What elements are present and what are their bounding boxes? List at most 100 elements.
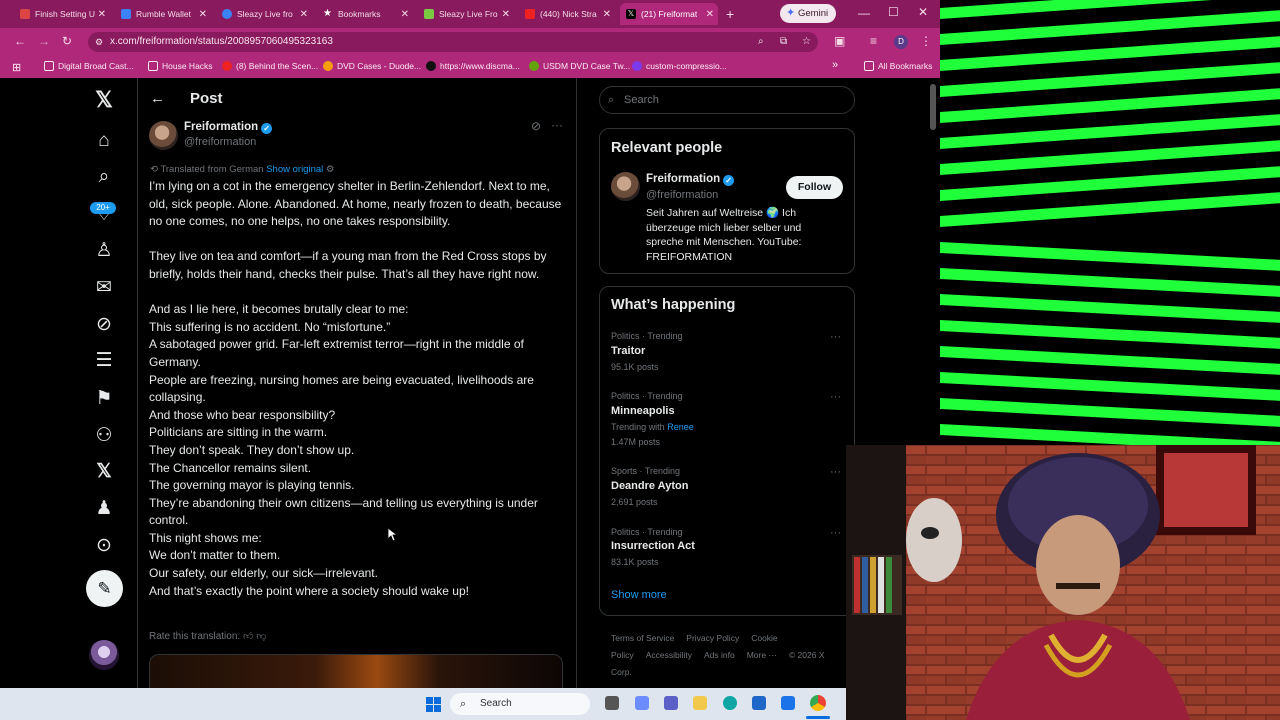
follow-button[interactable]: Follow (786, 176, 843, 199)
footer-link[interactable]: More ··· (747, 650, 777, 660)
menu-icon[interactable]: ⋮ (920, 34, 932, 48)
taskbar-search[interactable]: ⌕ Search (450, 693, 590, 715)
file-explorer-icon[interactable] (693, 696, 707, 710)
address-bar[interactable]: ⚙ x.com/freiformation/status/20089570604… (88, 32, 818, 52)
chevron-right-icon[interactable]: » (832, 59, 838, 71)
tab-youtube[interactable]: (440) Nick Stra ✕ (519, 3, 615, 25)
person-avatar[interactable] (611, 172, 640, 201)
copilot-icon[interactable] (635, 696, 649, 710)
more-options-icon[interactable]: ··· (830, 331, 841, 343)
account-avatar[interactable] (89, 640, 119, 670)
bookmark-star-icon[interactable]: ☆ (802, 32, 811, 52)
windows-start-icon[interactable] (426, 697, 441, 712)
thumbs-up-icon[interactable]: 👍︎ (243, 631, 253, 642)
back-arrow-icon[interactable]: ← (150, 90, 165, 107)
media-icon[interactable]: ≡ (870, 34, 877, 48)
bookmarks-icon[interactable]: ⚑ (92, 387, 116, 411)
settings-gear-icon[interactable]: ⚙ (326, 164, 335, 175)
bookmark-item[interactable]: USDM DVD Case Tw... (529, 61, 630, 71)
more-options-icon[interactable]: ··· (830, 466, 841, 478)
task-view-icon[interactable] (605, 696, 619, 710)
all-bookmarks[interactable]: All Bookmarks (864, 61, 932, 71)
scrollbar-thumb[interactable] (930, 84, 936, 130)
close-icon[interactable]: ✕ (401, 9, 409, 20)
trend-link[interactable]: Renee (667, 422, 694, 432)
reload-icon[interactable]: ↻ (62, 34, 72, 48)
close-icon[interactable]: ✕ (706, 9, 714, 20)
gemini-button[interactable]: ✦ Gemini (780, 4, 836, 23)
install-icon[interactable]: ⧉ (780, 32, 787, 52)
bookmark-item[interactable]: https://www.discma... (426, 61, 520, 71)
author-avatar[interactable] (149, 121, 178, 150)
zoom-icon[interactable]: ⌕ (758, 32, 764, 52)
neon-stripe (940, 114, 1280, 149)
footer-link[interactable]: Ads info (704, 650, 735, 660)
app-icon (121, 9, 131, 19)
minimize-icon[interactable]: — (858, 6, 870, 20)
new-tab-button[interactable]: + (726, 6, 734, 22)
search-icon[interactable]: ⌕ (92, 165, 116, 189)
store-icon[interactable] (752, 696, 766, 710)
premium-icon[interactable]: 𝕏 (92, 460, 116, 484)
bookmark-item[interactable]: House Hacks (148, 61, 213, 71)
close-icon[interactable]: ✕ (502, 9, 510, 20)
close-icon[interactable]: ✕ (603, 9, 611, 20)
maximize-icon[interactable]: ☐ (888, 5, 899, 19)
page-title: Post (190, 90, 223, 107)
close-icon[interactable]: ✕ (300, 9, 308, 20)
bookmark-item[interactable]: (8) Behind the Scen... (222, 61, 318, 71)
tab-sleazy-live-2[interactable]: Sleazy Live Fro ✕ (418, 3, 514, 25)
tab-rumble-wallet[interactable]: Rumble Wallet ✕ (115, 3, 211, 25)
app-icon[interactable] (781, 696, 795, 710)
footer-link[interactable]: Accessibility (646, 650, 692, 660)
more-options-icon[interactable]: ··· (830, 391, 841, 403)
tab-sleazy-live-1[interactable]: Sleazy Live fro ✕ (216, 3, 312, 25)
grok-explain-icon[interactable]: ⊘ (531, 119, 541, 133)
bookmark-item[interactable]: Digital Broad Cast... (44, 61, 134, 71)
apps-grid-icon[interactable]: ⊞ (12, 61, 21, 74)
forward-icon[interactable]: → (38, 34, 50, 48)
footer-link[interactable]: Terms of Service (611, 633, 674, 643)
compose-post-button[interactable]: ✎ (86, 570, 123, 607)
show-more-link[interactable]: Show more (611, 589, 667, 601)
post-media[interactable] (149, 654, 563, 690)
search-input[interactable]: ⌕ Search (599, 86, 855, 114)
bookmark-item[interactable]: custom-compressio... (632, 61, 727, 71)
chrome-icon[interactable] (810, 695, 826, 711)
footer-link[interactable]: Privacy Policy (686, 633, 739, 643)
lists-icon[interactable]: ☰ (92, 349, 116, 373)
thumbs-down-icon[interactable]: 👎︎ (256, 631, 266, 642)
folder-icon (864, 61, 874, 71)
active-indicator (806, 716, 830, 719)
person-handle[interactable]: @freiformation (646, 189, 718, 201)
communities-icon[interactable]: ⚇ (92, 424, 116, 448)
show-original-link[interactable]: Show original (266, 164, 323, 175)
site-info-icon[interactable]: ⚙ (95, 32, 103, 52)
sidepanel-icon[interactable]: ▣ (834, 34, 845, 48)
edge-icon[interactable] (723, 696, 737, 710)
author-name[interactable]: Freiformation ✓ (184, 121, 273, 134)
profile-icon[interactable]: ♟ (92, 497, 116, 521)
more-options-icon[interactable]: ··· (551, 118, 563, 132)
tab-x-freiformation[interactable]: 𝕏 (21) Freiformat ✕ (620, 3, 718, 25)
tab-finish-setting[interactable]: Finish Setting U ✕ (14, 3, 110, 25)
person-name[interactable]: Freiformation ✓ (646, 173, 735, 186)
messages-icon[interactable]: ✉ (92, 276, 116, 300)
grok-icon[interactable]: ⊘ (92, 313, 116, 337)
home-icon[interactable]: ⌂ (92, 129, 116, 153)
bookmark-item[interactable]: DVD Cases - Duode... (323, 61, 421, 71)
profile-avatar[interactable]: D (894, 35, 908, 49)
more-icon[interactable]: ⊙ (92, 534, 116, 558)
follow-icon[interactable]: ♙ (92, 239, 116, 263)
close-icon[interactable]: ✕ (199, 9, 207, 20)
teams-icon[interactable] (664, 696, 678, 710)
more-options-icon[interactable]: ··· (830, 527, 841, 539)
x-logo-icon[interactable]: 𝕏 (92, 88, 116, 112)
back-icon[interactable]: ← (14, 34, 26, 48)
tab-bookmarks[interactable]: ★ Bookmarks ✕ (317, 3, 413, 25)
author-handle[interactable]: @freiformation (184, 136, 256, 148)
close-window-icon[interactable]: ✕ (918, 5, 928, 19)
gemini-icon: ✦ (786, 7, 796, 19)
notification-badge: 20+ (90, 202, 116, 214)
close-icon[interactable]: ✕ (98, 9, 106, 20)
